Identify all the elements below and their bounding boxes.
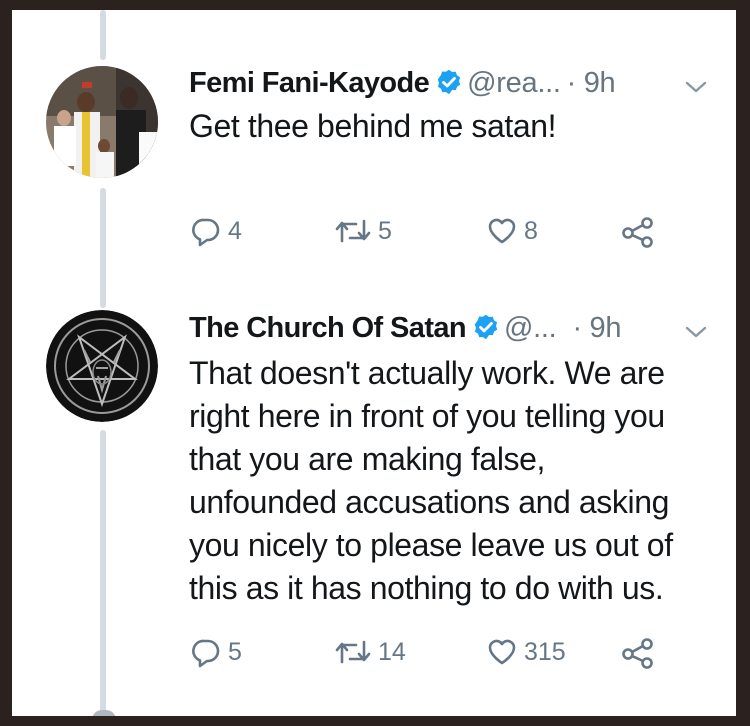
reply-button[interactable]: 4 (190, 215, 242, 247)
display-name[interactable]: Femi Fani-Kayode (189, 67, 430, 99)
like-icon (488, 218, 516, 244)
retweet-icon (335, 640, 371, 664)
like-count: 315 (524, 637, 566, 666)
sigil-of-baphomet-icon (46, 310, 158, 422)
retweet-count: 14 (378, 637, 406, 666)
tweet-text-line: this as it has nothing to do with us. (189, 570, 664, 606)
tweet-thread: Femi Fani-Kayode @rea... · 9h Get thee beh… (12, 10, 736, 716)
reply-icon (192, 639, 220, 668)
display-name[interactable]: The Church Of Satan (189, 312, 467, 344)
reply-button[interactable]: 5 (190, 636, 242, 668)
tweet-header: Femi Fani-Kayode @rea... · 9h (189, 65, 726, 101)
tweet-text-line: unfounded accusations and asking (189, 484, 670, 520)
timestamp[interactable]: · 9h (567, 67, 616, 99)
handle[interactable]: @... (504, 312, 557, 344)
retweet-count: 5 (378, 216, 392, 245)
tweet-femi[interactable]: Femi Fani-Kayode @rea... · 9h Get thee beh… (12, 10, 736, 280)
like-button[interactable]: 315 (486, 636, 566, 668)
reply-icon (192, 218, 220, 247)
verified-badge-icon (474, 314, 498, 340)
retweet-icon (335, 219, 371, 243)
tweet-text-line: right here in front of you telling you (189, 398, 665, 434)
tweet-actions: 4 5 8 (12, 215, 736, 255)
share-button[interactable] (620, 215, 656, 249)
avatar[interactable] (46, 310, 158, 422)
share-icon (622, 217, 653, 248)
tweet-text: Get thee behind me satan! (189, 108, 557, 144)
reply-count: 4 (228, 216, 242, 245)
like-button[interactable]: 8 (486, 215, 538, 247)
reply-count: 5 (228, 637, 242, 666)
tweet-text-line: that you are making false, (189, 441, 546, 477)
chevron-down-icon[interactable] (684, 79, 708, 95)
avatar-photo-icon (46, 66, 158, 178)
tweet-text-line: you nicely to please leave us out of (189, 527, 673, 563)
timestamp[interactable]: · 9h (572, 312, 621, 344)
tweet-text: That doesn't actually work. We are right… (189, 352, 718, 610)
handle[interactable]: @rea... (467, 67, 561, 99)
avatar[interactable] (46, 66, 158, 178)
tweet-header: The Church Of Satan @... · 9h (189, 310, 726, 346)
tweet-text-line: That doesn't actually work. We are (189, 355, 665, 391)
tweet-church-of-satan[interactable]: The Church Of Satan @... · 9h That doesn't… (12, 280, 736, 716)
chevron-down-icon[interactable] (684, 324, 708, 340)
share-icon (622, 638, 653, 669)
share-button[interactable] (620, 636, 656, 670)
like-count: 8 (524, 216, 538, 245)
retweet-button[interactable]: 5 (334, 215, 392, 247)
retweet-button[interactable]: 14 (334, 636, 406, 668)
verified-badge-icon (437, 69, 461, 95)
tweet-actions: 5 14 315 (12, 636, 736, 676)
like-icon (488, 639, 516, 665)
